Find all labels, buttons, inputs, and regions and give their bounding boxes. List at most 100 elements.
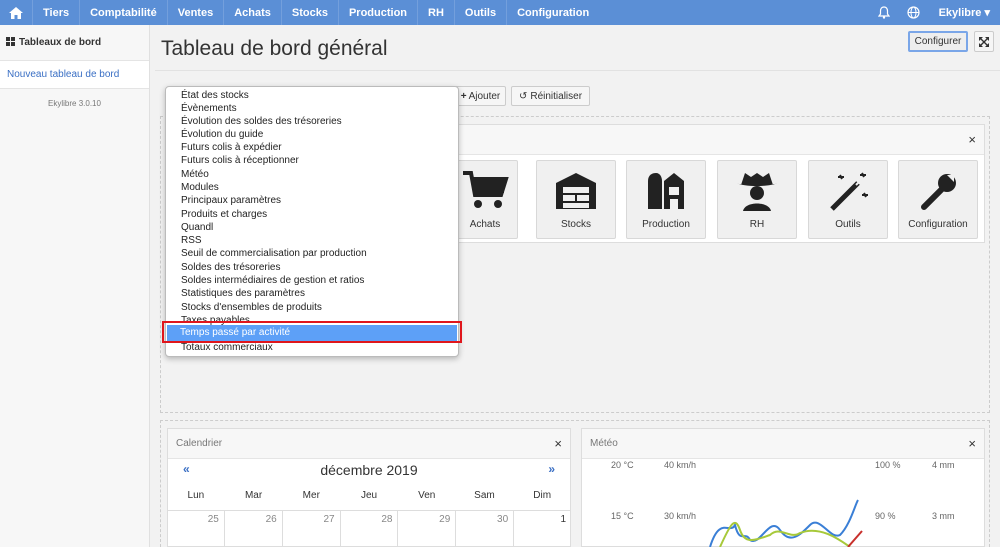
sidebar: Tableaux de bord Nouveau tableau de bord… — [0, 25, 150, 547]
warehouse-icon — [556, 173, 596, 209]
dropdown-option[interactable]: Météo — [181, 168, 209, 181]
calendar-day[interactable]: 26 — [223, 511, 282, 547]
weekday: Sam — [474, 490, 495, 501]
user-name: Ekylibre — [938, 7, 982, 19]
globe-icon[interactable] — [899, 0, 929, 25]
add-label: Ajouter — [468, 90, 501, 102]
dropdown-option[interactable]: État des stocks — [181, 89, 249, 102]
sidebar-header-label: Tableaux de bord — [19, 37, 102, 48]
tile-production[interactable]: Production — [626, 160, 706, 239]
sidebar-item-new-dashboard[interactable]: Nouveau tableau de bord — [0, 61, 149, 89]
dropdown-option[interactable]: Évolution du guide — [181, 128, 263, 141]
sidebar-header: Tableaux de bord — [0, 25, 149, 61]
add-button[interactable]: + Ajouter — [455, 86, 506, 106]
rain-tick: 4 mm — [932, 460, 955, 470]
caret-down-icon: ▾ — [984, 7, 990, 19]
calendar-day[interactable]: 29 — [397, 511, 455, 547]
calendar-week: 25 26 27 28 29 30 1 — [167, 510, 571, 547]
app-version: Ekylibre 3.0.10 — [48, 99, 101, 108]
page-title: Tableau de bord général — [161, 37, 388, 60]
reset-button[interactable]: ↺ Réinitialiser — [511, 86, 590, 106]
nav-achats[interactable]: Achats — [223, 0, 281, 25]
dropdown-option[interactable]: RSS — [181, 234, 202, 247]
refresh-icon: ↺ — [518, 90, 528, 102]
weekday: Ven — [418, 490, 436, 501]
fullscreen-button[interactable] — [974, 31, 994, 52]
dropdown-option[interactable]: Évènements — [181, 102, 237, 115]
tile-configuration[interactable]: Configuration — [898, 160, 978, 239]
close-icon[interactable]: × — [554, 436, 562, 451]
humidity-tick: 90 % — [875, 511, 896, 521]
dropdown-option[interactable]: Soldes des trésoreries — [181, 261, 281, 274]
nav-comptabilite[interactable]: Comptabilité — [79, 0, 167, 25]
nav-configuration[interactable]: Configuration — [506, 0, 599, 25]
calendar-panel-header: Calendrier × — [168, 429, 570, 459]
calendar-day[interactable]: 28 — [339, 511, 398, 547]
dropdown-option[interactable]: Stocks d'ensembles de produits — [181, 301, 322, 314]
wrench-icon — [921, 174, 956, 210]
weekday: Mer — [302, 490, 320, 501]
weekday: Mar — [244, 490, 263, 501]
close-icon[interactable]: × — [968, 132, 976, 147]
tile-label: RH — [749, 219, 765, 230]
dropdown-option[interactable]: Futurs colis à réceptionner — [181, 154, 299, 167]
dropdown-option[interactable]: Seuil de commercialisation par productio… — [181, 247, 367, 260]
calendar-next[interactable]: » — [548, 462, 555, 476]
weekday: Jeu — [360, 490, 378, 501]
temp-tick: 15 °C — [611, 511, 634, 521]
tile-outils[interactable]: Outils — [808, 160, 888, 239]
dropdown-option[interactable]: Futurs colis à expédier — [181, 141, 282, 154]
nav-production[interactable]: Production — [337, 0, 417, 25]
meteo-panel-header: Météo × — [582, 429, 984, 459]
tile-stocks[interactable]: Stocks — [536, 160, 616, 239]
tile-label: Outils — [835, 219, 861, 230]
meteo-lines — [709, 499, 863, 547]
dashboard-grid-icon — [6, 36, 15, 49]
calendar-nav: « décembre 2019 » — [167, 462, 571, 478]
nav-tiers[interactable]: Tiers — [32, 0, 79, 25]
calendar-day[interactable]: 27 — [281, 511, 340, 547]
nav-outils[interactable]: Outils — [453, 0, 506, 25]
calendar-day[interactable]: 30 — [455, 511, 513, 547]
close-icon[interactable]: × — [968, 436, 976, 451]
tile-achats[interactable]: Achats — [452, 160, 518, 239]
expand-icon — [979, 36, 989, 47]
plus-icon: + — [460, 90, 467, 102]
dropdown-option[interactable]: Principaux paramètres — [181, 194, 281, 207]
nav-rh[interactable]: RH — [417, 0, 454, 25]
highlight-box — [162, 321, 462, 343]
wind-tick: 40 km/h — [664, 460, 697, 470]
nav-stocks[interactable]: Stocks — [280, 0, 338, 25]
calendar-day[interactable]: 25 — [167, 511, 224, 547]
shopping-cart-icon — [463, 171, 509, 208]
calendar-title: Calendrier — [176, 438, 223, 449]
rain-tick: 3 mm — [932, 511, 955, 521]
tile-label: Achats — [469, 219, 501, 230]
barn-icon — [648, 173, 684, 209]
dropdown-option[interactable]: Modules — [181, 181, 219, 194]
tile-label: Configuration — [908, 219, 968, 230]
configure-button[interactable]: Configurer — [908, 31, 968, 52]
bell-icon[interactable] — [869, 0, 899, 25]
humidity-tick: 100 % — [875, 460, 901, 470]
tile-label: Production — [642, 219, 690, 230]
weekday: Dim — [533, 490, 552, 501]
divider — [155, 70, 1000, 71]
user-menu[interactable]: Ekylibre ▾ — [929, 6, 1000, 19]
weekday: Lun — [187, 490, 205, 501]
tile-rh[interactable]: RH — [717, 160, 797, 239]
dropdown-option[interactable]: Soldes intermédiaires de gestion et rati… — [181, 274, 364, 287]
top-navbar: Tiers Comptabilité Ventes Achats Stocks … — [0, 0, 1000, 25]
calendar-day[interactable]: 1 — [513, 511, 571, 547]
magic-wand-icon — [830, 172, 868, 211]
cowboy-icon — [737, 173, 777, 211]
dropdown-option[interactable]: Évolution des soldes des trésoreries — [181, 115, 342, 128]
calendar-weekdays: Lun Mar Mer Jeu Ven Sam Dim — [167, 490, 571, 501]
calendar-month: décembre 2019 — [320, 462, 418, 478]
dropdown-option[interactable]: Statistiques des paramètres — [181, 287, 305, 300]
dropdown-option[interactable]: Quandl — [181, 221, 213, 234]
home-icon[interactable] — [0, 0, 32, 25]
nav-ventes[interactable]: Ventes — [166, 0, 223, 25]
dropdown-option[interactable]: Produits et charges — [181, 208, 267, 221]
meteo-title: Météo — [590, 438, 618, 449]
